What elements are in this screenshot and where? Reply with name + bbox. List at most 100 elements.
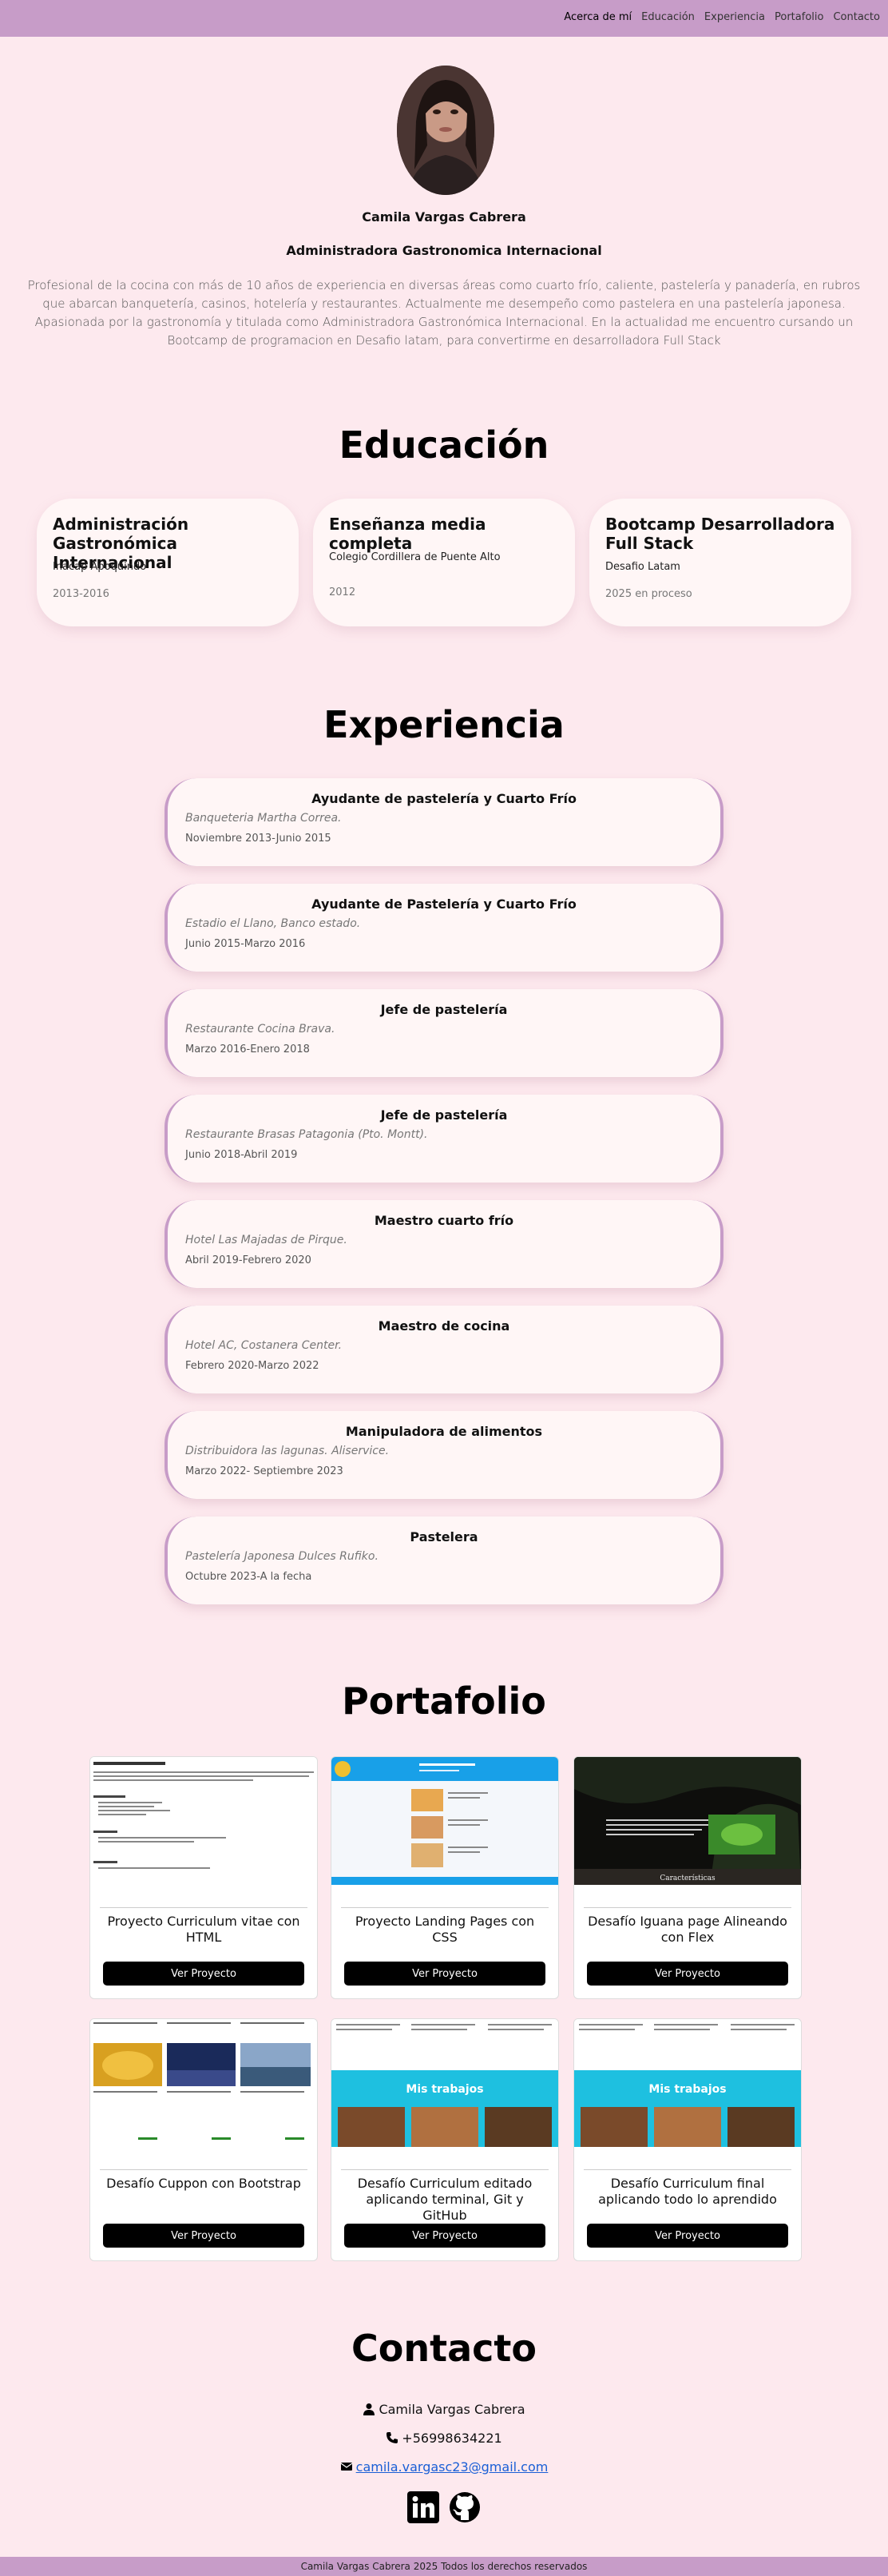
experience-dates: Junio 2018-Abril 2019 — [185, 1149, 298, 1161]
project-thumbnail: Mis trabajos — [331, 2019, 558, 2147]
experience-place: Distribuidora las lagunas. Aliservice. — [185, 1445, 390, 1457]
education-card-years: 2025 en proceso — [605, 588, 692, 600]
card-divider — [100, 2169, 307, 2170]
experience-place: Hotel Las Majadas de Pirque. — [185, 1234, 347, 1246]
project-thumbnail — [331, 1757, 558, 1885]
profile-bio: Profesional de la cocina con más de 10 a… — [27, 278, 861, 348]
experience-dates: Febrero 2020-Marzo 2022 — [185, 1360, 319, 1372]
card-divider — [584, 2169, 791, 2170]
education-title: Educación — [339, 423, 549, 467]
experience-card: Jefe de pastelería Restaurante Cocina Br… — [165, 989, 723, 1077]
experience-dates: Marzo 2022- Septiembre 2023 — [185, 1465, 343, 1477]
contact-name-row: Camila Vargas Cabrera — [0, 2402, 888, 2417]
project-title: Desafío Cuppon con Bootstrap — [106, 2176, 301, 2191]
project-thumbnail: Mis trabajos — [574, 2019, 801, 2147]
experience-card: Pastelera Pastelería Japonesa Dulces Ruf… — [165, 1517, 723, 1604]
view-project-button[interactable]: Ver Proyecto — [344, 2224, 545, 2248]
thumbnail-caption: Mis trabajos — [406, 2083, 483, 2096]
footer: Camila Vargas Cabrera 2025 Todos los der… — [0, 2557, 888, 2576]
github-icon[interactable] — [449, 2491, 481, 2523]
experience-card: Ayudante de Pastelería y Cuarto Frío Est… — [165, 884, 723, 972]
experience-dates: Abril 2019-Febrero 2020 — [185, 1254, 311, 1266]
profile-photo — [397, 66, 494, 195]
contact-phone: +56998634221 — [402, 2431, 502, 2446]
project-thumbnail — [90, 1757, 317, 1885]
experience-place: Banqueteria Martha Correa. — [185, 812, 342, 825]
nav-link-experience[interactable]: Experiencia — [704, 11, 765, 23]
project-title: Proyecto Curriculum vitae con HTML — [107, 1914, 300, 1945]
profile-name: Camila Vargas Cabrera — [362, 209, 526, 225]
card-divider — [100, 1907, 307, 1908]
view-project-button[interactable]: Ver Proyecto — [103, 1962, 304, 1986]
education-card-institution: Desafio Latam — [605, 561, 680, 573]
portfolio-card: Mis trabajos Desafío Curriculum final ap… — [573, 2018, 802, 2261]
experience-job-title: Jefe de pastelería — [380, 1002, 508, 1017]
experience-job-title: Jefe de pastelería — [380, 1107, 508, 1123]
experience-title: Experiencia — [323, 703, 565, 746]
card-divider — [341, 1907, 549, 1908]
portfolio-card: Mis trabajos Desafío Curriculum editado … — [331, 2018, 559, 2261]
thumbnail-caption: Características — [660, 1874, 716, 1882]
nav-link-about[interactable]: Acerca de mí — [564, 11, 632, 23]
experience-job-title: Ayudante de pastelería y Cuarto Frío — [311, 791, 577, 806]
experience-dates: Marzo 2016-Enero 2018 — [185, 1044, 310, 1055]
experience-job-title: Ayudante de Pastelería y Cuarto Frío — [311, 896, 577, 912]
experience-dates: Octubre 2023-A la fecha — [185, 1571, 312, 1583]
education-card-institution: Inacap Apoquindo — [53, 561, 147, 573]
education-card: Bootcamp Desarrolladora Full Stack Desaf… — [589, 499, 851, 626]
experience-place: Restaurante Brasas Patagonia (Pto. Montt… — [185, 1128, 428, 1141]
project-thumbnail — [90, 2019, 317, 2147]
view-project-button[interactable]: Ver Proyecto — [103, 2224, 304, 2248]
experience-job-title: Maestro de cocina — [378, 1318, 510, 1334]
project-title: Desafío Iguana page Alineando con Flex — [588, 1914, 787, 1945]
card-divider — [341, 2169, 549, 2170]
experience-place: Restaurante Cocina Brava. — [185, 1023, 335, 1036]
portfolio-title: Portafolio — [342, 1680, 546, 1723]
contact-phone-row: +56998634221 — [0, 2431, 888, 2446]
project-title: Proyecto Landing Pages con CSS — [355, 1914, 535, 1945]
portfolio-card: Proyecto Curriculum vitae con HTML Ver P… — [89, 1756, 318, 1999]
experience-card: Maestro cuarto frío Hotel Las Majadas de… — [165, 1200, 723, 1288]
education-card: Enseñanza media completa Colegio Cordill… — [313, 499, 575, 626]
experience-card: Manipuladora de alimentos Distribuidora … — [165, 1411, 723, 1499]
envelope-icon — [340, 2463, 353, 2471]
view-project-button[interactable]: Ver Proyecto — [344, 1962, 545, 1986]
experience-card: Jefe de pastelería Restaurante Brasas Pa… — [165, 1095, 723, 1183]
nav-link-portfolio[interactable]: Portafolio — [775, 11, 823, 23]
experience-place: Estadio el Llano, Banco estado. — [185, 917, 361, 930]
view-project-button[interactable]: Ver Proyecto — [587, 2224, 788, 2248]
education-card-title: Bootcamp Desarrolladora Full Stack — [605, 515, 835, 553]
experience-place: Hotel AC, Costanera Center. — [185, 1339, 343, 1352]
experience-card: Ayudante de pastelería y Cuarto Frío Ban… — [165, 778, 723, 866]
experience-job-title: Pastelera — [410, 1529, 478, 1544]
view-project-button[interactable]: Ver Proyecto — [587, 1962, 788, 1986]
thumbnail-caption: Mis trabajos — [648, 2083, 726, 2096]
experience-job-title: Maestro cuarto frío — [374, 1213, 514, 1228]
card-divider — [584, 1907, 791, 1908]
education-card-years: 2013-2016 — [53, 588, 109, 600]
linkedin-icon[interactable] — [407, 2491, 439, 2523]
project-title: Desafío Curriculum editado aplicando ter… — [357, 2176, 533, 2223]
project-title: Desafío Curriculum final aplicando todo … — [598, 2176, 777, 2207]
education-card-title: Enseñanza media completa — [329, 515, 486, 553]
experience-job-title: Manipuladora de alimentos — [345, 1424, 543, 1439]
profile-role: Administradora Gastronomica Internaciona… — [286, 243, 602, 258]
footer-text: Camila Vargas Cabrera 2025 Todos los der… — [300, 2561, 588, 2572]
experience-place: Pastelería Japonesa Dulces Rufiko. — [185, 1550, 379, 1563]
contact-name: Camila Vargas Cabrera — [379, 2402, 525, 2417]
nav-links: Acerca de mí Educación Experiencia Porta… — [564, 11, 880, 23]
experience-dates: Noviembre 2013-Junio 2015 — [185, 833, 331, 845]
nav-link-contact[interactable]: Contacto — [833, 11, 880, 23]
education-card-years: 2012 — [329, 586, 356, 598]
phone-icon — [387, 2432, 398, 2443]
education-card: Administración Gastronómica Internaciona… — [37, 499, 299, 626]
top-navbar: Acerca de mí Educación Experiencia Porta… — [0, 0, 888, 37]
nav-link-education[interactable]: Educación — [641, 11, 695, 23]
experience-dates: Junio 2015-Marzo 2016 — [185, 938, 306, 950]
contact-email-row: camila.vargasc23@gmail.com — [0, 2459, 888, 2475]
portfolio-card: Desafío Cuppon con Bootstrap Ver Proyect… — [89, 2018, 318, 2261]
user-icon — [363, 2403, 375, 2415]
contact-title: Contacto — [351, 2327, 537, 2370]
portfolio-card: Proyecto Landing Pages con CSS Ver Proye… — [331, 1756, 559, 1999]
contact-email-link[interactable]: camila.vargasc23@gmail.com — [356, 2459, 549, 2475]
